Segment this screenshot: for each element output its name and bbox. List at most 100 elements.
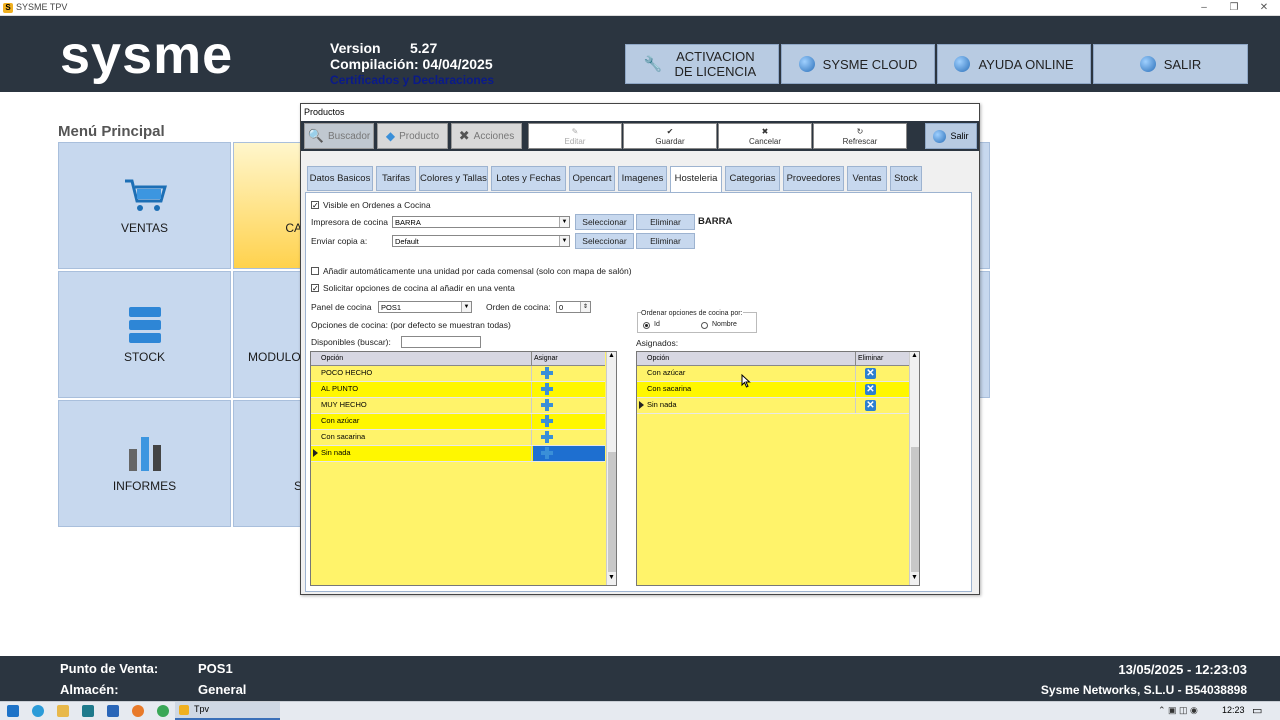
asignados-scrollbar[interactable]: ▲ ▼	[909, 352, 919, 585]
start-icon[interactable]	[7, 705, 19, 717]
add-icon[interactable]	[541, 367, 553, 379]
remove-icon[interactable]: ✕	[865, 368, 876, 379]
disponibles-row[interactable]: Con azúcar	[311, 414, 605, 430]
certs-link[interactable]: Certificados y Declaraciones	[330, 73, 494, 87]
tile-informes-label: INFORMES	[112, 479, 177, 493]
remove-icon[interactable]: ✕	[865, 384, 876, 395]
guardar-button[interactable]: ✔ Guardar	[623, 123, 717, 149]
cloud-button[interactable]: SYSME CLOUD	[781, 44, 935, 84]
panel-select[interactable]: POS1 ▼	[378, 301, 472, 313]
add-icon[interactable]	[541, 415, 553, 427]
tile-modulos[interactable]: MODULO	[233, 271, 303, 398]
eliminar-cell[interactable]: ✕	[857, 366, 909, 381]
visible-checkbox[interactable]: ✓	[311, 201, 319, 210]
mail-icon[interactable]	[107, 705, 119, 717]
gear-icon	[798, 56, 815, 72]
tile-ventas[interactable]: VENTAS	[58, 142, 231, 269]
disponibles-row[interactable]: MUY HECHO	[311, 398, 605, 414]
remove-icon[interactable]: ✕	[865, 400, 876, 411]
producto-button[interactable]: ◆ Producto	[377, 123, 448, 149]
auto-checkbox[interactable]	[311, 267, 319, 275]
store-icon[interactable]	[82, 705, 94, 717]
asignar-cell[interactable]	[533, 446, 605, 461]
copia-select[interactable]: Default ▼	[392, 235, 570, 247]
tab-tarifas[interactable]: Tarifas	[376, 166, 416, 191]
tab-colores-y-tallas[interactable]: Colores y Tallas	[419, 166, 488, 191]
add-icon[interactable]	[541, 399, 553, 411]
orden-stepper[interactable]: 0 ⇕	[556, 301, 591, 313]
impresora-seleccionar-button[interactable]: Seleccionar	[575, 214, 634, 230]
tile-s[interactable]: S	[233, 400, 303, 527]
tab-datos-basicos[interactable]: Datos Basicos	[307, 166, 373, 191]
add-icon[interactable]	[541, 431, 553, 443]
tab-stock[interactable]: Stock	[890, 166, 922, 191]
asignados-row[interactable]: Con sacarina ✕	[637, 382, 909, 398]
scroll-up-icon[interactable]: ▲	[607, 352, 616, 359]
tile-stock[interactable]: STOCK	[58, 271, 231, 398]
scroll-thumb[interactable]	[911, 447, 919, 572]
impresora-eliminar-button[interactable]: Eliminar	[636, 214, 695, 230]
disponibles-search-input[interactable]	[401, 336, 481, 348]
dialog-salir-button[interactable]: Salir	[925, 123, 977, 149]
tile-informes[interactable]: INFORMES	[58, 400, 231, 527]
scroll-down-icon[interactable]: ▼	[910, 574, 919, 581]
minimize-icon[interactable]: –	[1189, 0, 1219, 15]
disponibles-row[interactable]: POCO HECHO	[311, 366, 605, 382]
tab-categorias[interactable]: Categorias	[725, 166, 780, 191]
folder-icon[interactable]	[57, 705, 69, 717]
chevron-down-icon: ▼	[461, 302, 471, 312]
asignar-cell[interactable]	[533, 366, 605, 381]
activation-button[interactable]: 🔧 ACTIVACION DE LICENCIA	[625, 44, 779, 84]
copia-seleccionar-button[interactable]: Seleccionar	[575, 233, 634, 249]
ordenar-nombre-radio[interactable]	[701, 322, 708, 329]
scroll-thumb[interactable]	[608, 452, 616, 572]
taskbar-tpv-app[interactable]: Tpv	[175, 702, 280, 720]
firefox-icon[interactable]	[132, 705, 144, 717]
copia-label: Enviar copia a:	[311, 236, 368, 246]
add-icon[interactable]	[541, 383, 553, 395]
acciones-button[interactable]: ✖ Acciones	[451, 123, 522, 149]
tile-ca[interactable]: CA	[233, 142, 303, 269]
restore-icon[interactable]: ❐	[1219, 0, 1249, 15]
disp-col-asignar: Asignar	[534, 355, 558, 362]
close-icon[interactable]: ✕	[1249, 0, 1279, 15]
taskbar: Tpv ⌃ ▣ ◫ ◉ 12:23 ▭	[0, 701, 1280, 720]
cancelar-button[interactable]: ✖ Cancelar	[718, 123, 812, 149]
scroll-down-icon[interactable]: ▼	[607, 574, 616, 581]
exit-button[interactable]: SALIR	[1093, 44, 1248, 84]
tab-opencart[interactable]: Opencart	[569, 166, 615, 191]
notification-icon[interactable]: ▭	[1252, 704, 1262, 717]
refrescar-button[interactable]: ↻ Refrescar	[813, 123, 907, 149]
tab-hosteleria[interactable]: Hosteleria	[670, 166, 722, 193]
disponibles-row[interactable]: Sin nada	[311, 446, 605, 462]
disponibles-row[interactable]: Con sacarina	[311, 430, 605, 446]
asignados-row[interactable]: Sin nada ✕	[637, 398, 909, 414]
bar-chart-icon	[128, 437, 161, 471]
panel-value: POS1	[381, 303, 402, 312]
chrome-icon[interactable]	[157, 705, 169, 717]
tab-imagenes[interactable]: Imagenes	[618, 166, 667, 191]
copia-eliminar-button[interactable]: Eliminar	[636, 233, 695, 249]
tray-icons[interactable]: ⌃ ▣ ◫ ◉	[1158, 705, 1198, 716]
tab-ventas[interactable]: Ventas	[847, 166, 887, 191]
asignados-row[interactable]: Con azúcar ✕	[637, 366, 909, 382]
ordenar-id-radio[interactable]	[643, 322, 650, 329]
disponibles-row[interactable]: AL PUNTO	[311, 382, 605, 398]
editar-button[interactable]: ✎ Editar	[528, 123, 622, 149]
asignar-cell[interactable]	[533, 430, 605, 445]
impresora-select[interactable]: BARRA ▼	[392, 216, 570, 228]
eliminar-cell[interactable]: ✕	[857, 382, 909, 397]
asignar-cell[interactable]	[533, 414, 605, 429]
tab-lotes-y-fechas[interactable]: Lotes y Fechas	[491, 166, 566, 191]
asignar-cell[interactable]	[533, 382, 605, 397]
tab-proveedores[interactable]: Proveedores	[783, 166, 844, 191]
buscador-button[interactable]: 🔍 Buscador	[304, 123, 374, 149]
disponibles-scrollbar[interactable]: ▲ ▼	[606, 352, 616, 585]
help-button[interactable]: AYUDA ONLINE	[937, 44, 1091, 84]
eliminar-cell[interactable]: ✕	[857, 398, 909, 413]
scroll-up-icon[interactable]: ▲	[910, 352, 919, 359]
add-icon[interactable]	[541, 447, 553, 459]
solicitar-checkbox[interactable]: ✓	[311, 284, 319, 293]
edge-icon[interactable]	[32, 705, 44, 717]
asignar-cell[interactable]	[533, 398, 605, 413]
